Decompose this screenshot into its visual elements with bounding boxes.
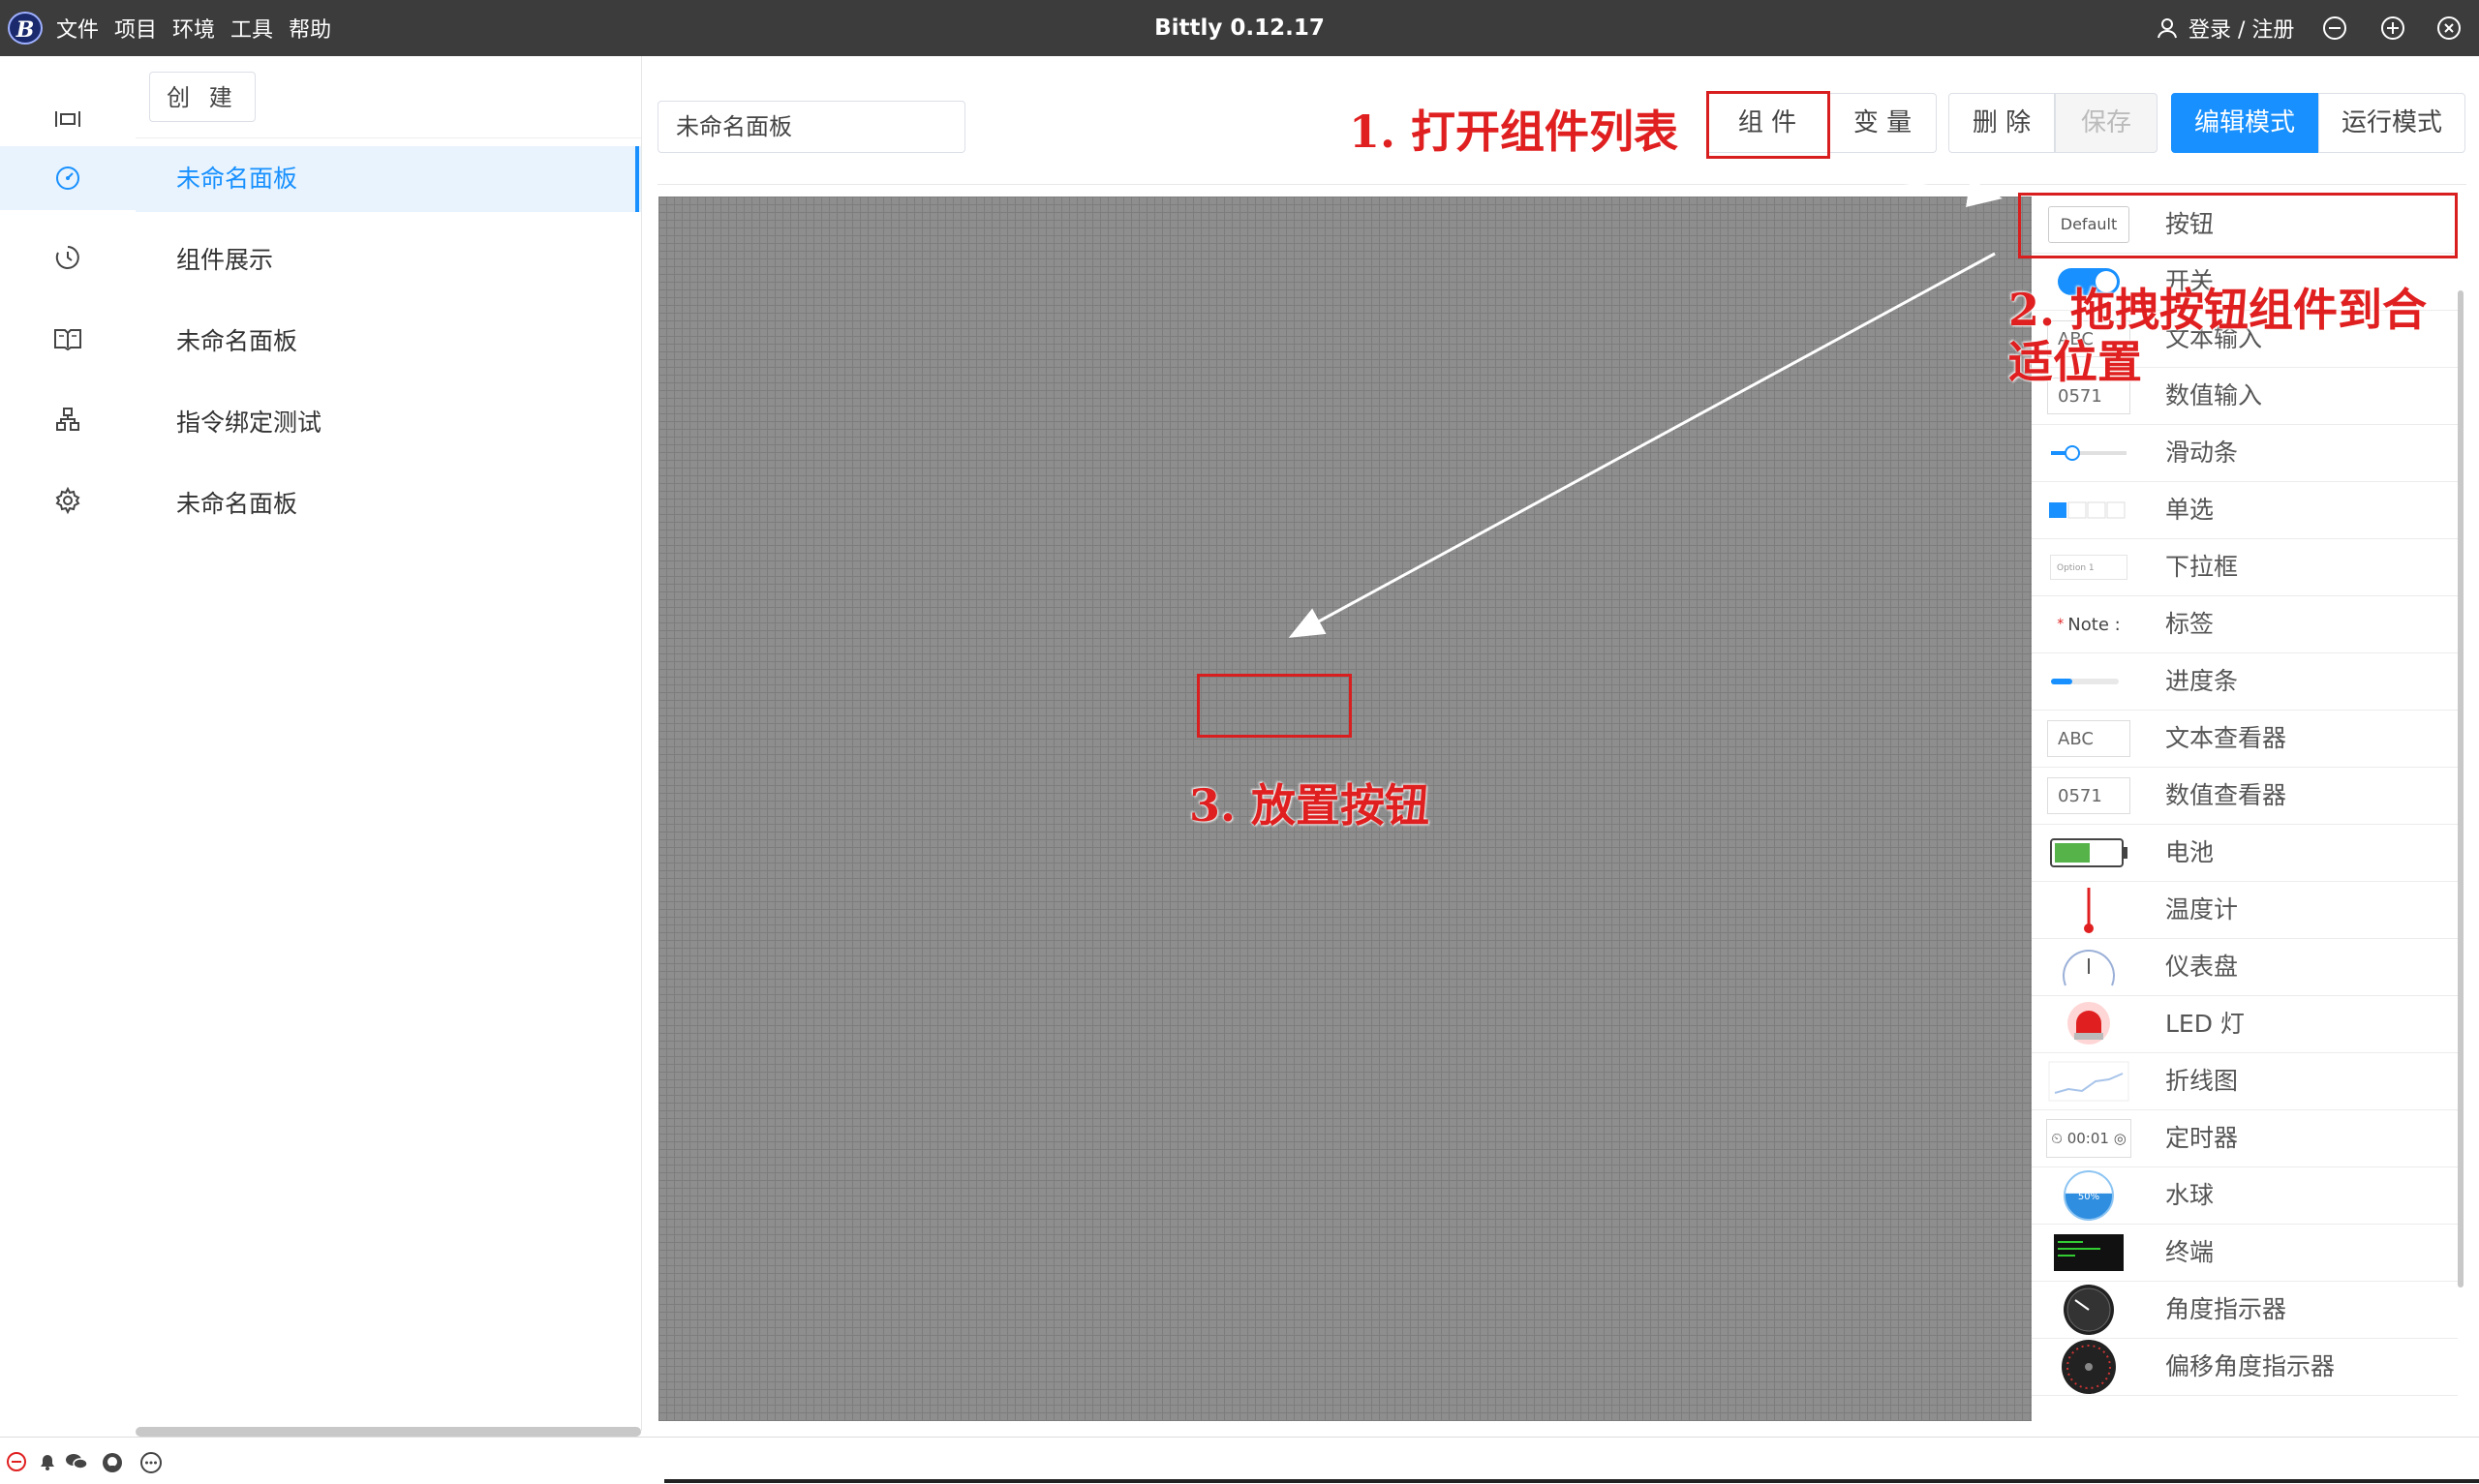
divider: [664, 1479, 2479, 1483]
arrow-to-canvas: [1288, 252, 1996, 638]
bell-icon[interactable]: [37, 1451, 58, 1472]
github-icon[interactable]: [101, 1451, 124, 1474]
status-bar: [0, 1437, 2479, 1484]
wechat-icon[interactable]: [64, 1451, 89, 1472]
annotation-arrows: [1288, 172, 2003, 638]
error-icon[interactable]: [6, 1451, 27, 1472]
chat-icon[interactable]: [139, 1451, 163, 1474]
arrow-to-component-list: [1852, 172, 2003, 208]
